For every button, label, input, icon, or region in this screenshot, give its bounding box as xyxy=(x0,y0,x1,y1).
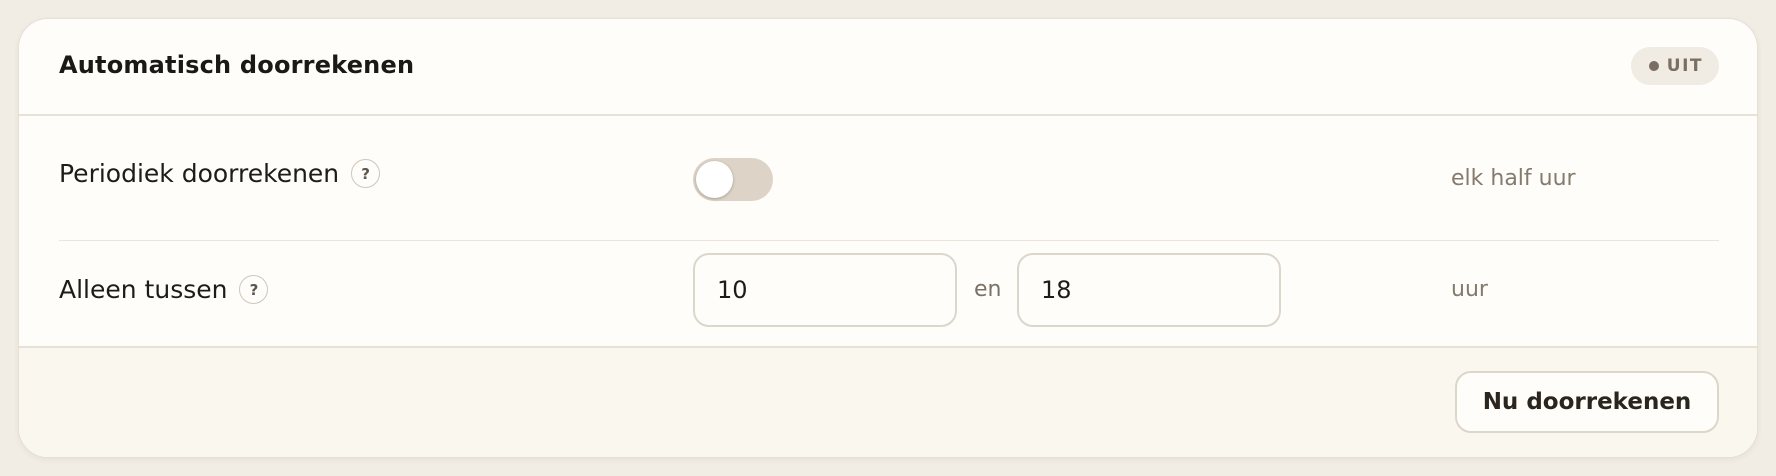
time-unit-label: uur xyxy=(1451,277,1488,302)
periodic-label: Periodiek doorrekenen xyxy=(59,159,340,188)
help-icon[interactable]: ? xyxy=(239,275,269,304)
periodic-toggle[interactable] xyxy=(693,158,773,201)
toggle-knob xyxy=(696,161,733,198)
periodic-label-group: Periodiek doorrekenen ? xyxy=(59,159,381,188)
card-title: Automatisch doorrekenen xyxy=(59,51,415,79)
card-footer: Nu doorrekenen xyxy=(19,346,1757,457)
auto-recalc-card: Automatisch doorrekenen UIT Periodiek do… xyxy=(18,18,1758,458)
periodic-interval-hint: elk half uur xyxy=(1451,166,1576,191)
status-dot-icon xyxy=(1648,61,1659,71)
start-hour-input[interactable] xyxy=(693,253,957,327)
range-separator: en xyxy=(974,277,1002,302)
help-icon[interactable]: ? xyxy=(351,159,381,188)
time-window-label-group: Alleen tussen ? xyxy=(59,275,269,304)
periodic-row: Periodiek doorrekenen ? elk half uur xyxy=(59,116,1719,241)
end-hour-input[interactable] xyxy=(1017,253,1281,327)
card-header: Automatisch doorrekenen UIT xyxy=(19,19,1757,116)
time-window-label: Alleen tussen xyxy=(59,275,228,304)
status-badge: UIT xyxy=(1630,47,1719,85)
status-badge-label: UIT xyxy=(1666,56,1703,76)
recalculate-now-button[interactable]: Nu doorrekenen xyxy=(1455,371,1719,433)
